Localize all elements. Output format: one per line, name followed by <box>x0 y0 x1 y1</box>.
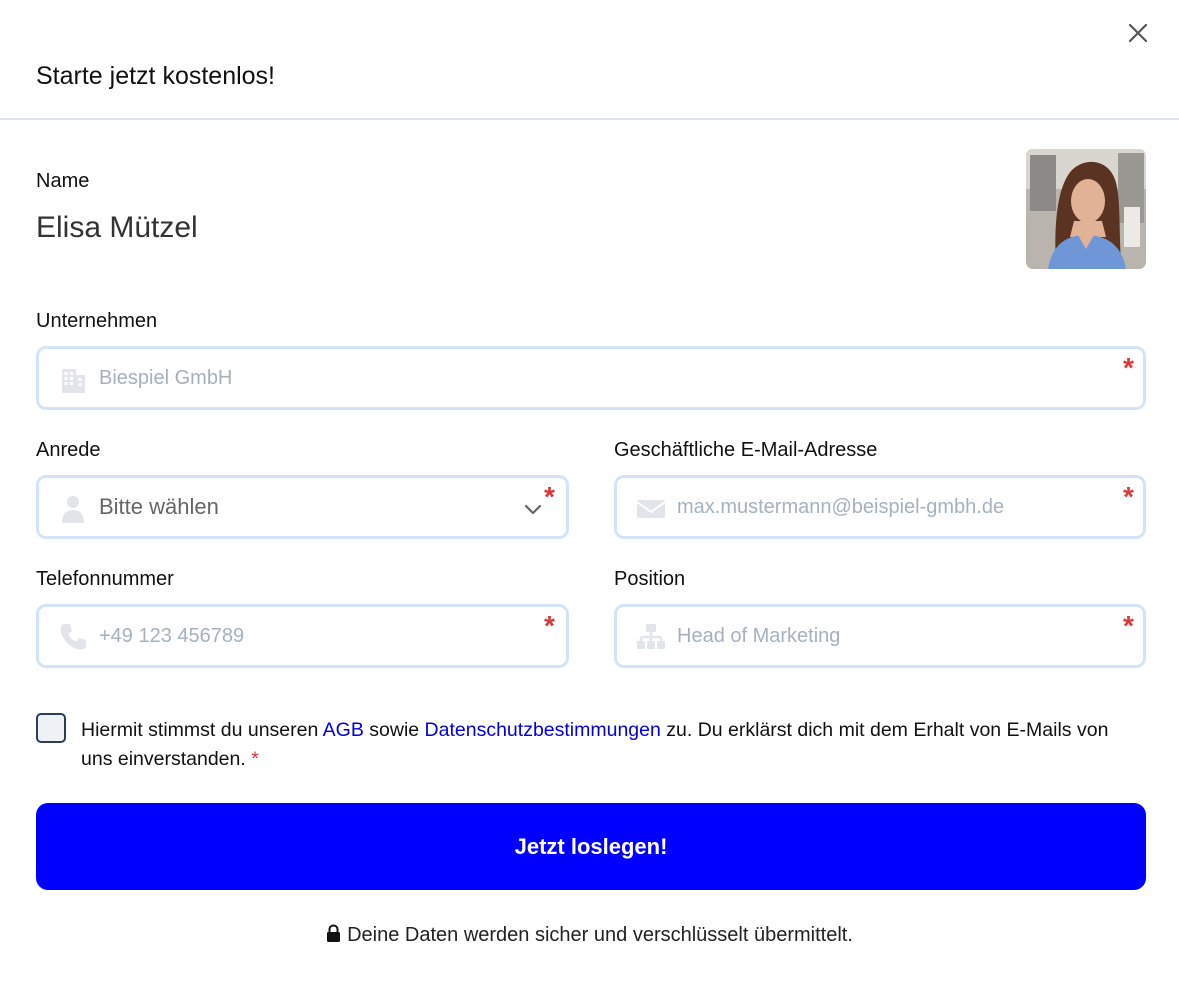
position-input[interactable]: Head of Marketing * <box>614 604 1146 668</box>
close-icon[interactable] <box>1126 21 1150 45</box>
required-marker: * <box>544 481 555 512</box>
dialog-title: Starte jetzt kostenlos! <box>36 62 276 90</box>
phone-label: Telefonnummer <box>36 568 174 590</box>
email-placeholder: max.mustermann@beispiel-gmbh.de <box>677 496 1005 518</box>
required-marker: * <box>1123 610 1134 641</box>
email-label: Geschäftliche E-Mail-Adresse <box>614 439 878 461</box>
privacy-link[interactable]: Datenschutzbestimmungen <box>425 719 661 741</box>
submit-button-label: Jetzt loslegen! <box>514 833 668 859</box>
company-input[interactable]: Biespiel GmbH * <box>36 346 1146 410</box>
required-marker: * <box>1123 352 1134 383</box>
name-value: Elisa Mützel <box>36 211 198 244</box>
consent-text: Hiermit stimmst du unseren AGB sowie Dat… <box>81 716 1141 774</box>
agb-link[interactable]: AGB <box>323 719 364 741</box>
avatar <box>1026 149 1146 269</box>
org-chart-icon <box>637 624 665 649</box>
consent-checkbox[interactable] <box>36 713 66 743</box>
salutation-select[interactable]: Bitte wählen * <box>36 475 569 539</box>
phone-input[interactable]: +49 123 456789 * <box>36 604 569 668</box>
phone-icon <box>60 624 86 650</box>
security-note-text: Deine Daten werden sicher und verschlüss… <box>347 924 853 946</box>
consent-text-part: Hiermit stimmst du unseren <box>81 719 323 741</box>
position-label: Position <box>614 568 686 590</box>
required-marker: * <box>1123 481 1134 512</box>
consent-text-part: sowie <box>363 719 425 741</box>
position-placeholder: Head of Marketing <box>677 625 841 647</box>
lock-icon <box>327 924 341 942</box>
email-input[interactable]: max.mustermann@beispiel-gmbh.de * <box>614 475 1146 539</box>
required-marker: * <box>544 610 555 641</box>
name-label: Name <box>36 170 90 192</box>
submit-button[interactable]: Jetzt loslegen! <box>36 803 1146 890</box>
company-label: Unternehmen <box>36 310 158 332</box>
phone-placeholder: +49 123 456789 <box>99 625 245 647</box>
person-icon <box>62 496 84 523</box>
salutation-label: Anrede <box>36 439 101 461</box>
envelope-icon <box>636 500 666 518</box>
salutation-value: Bitte wählen <box>99 494 219 519</box>
chevron-down-icon <box>524 504 542 515</box>
company-placeholder: Biespiel GmbH <box>99 367 233 389</box>
building-icon <box>62 369 85 393</box>
security-note: Deine Daten werden sicher und verschlüss… <box>0 924 1179 947</box>
header-divider <box>0 118 1179 120</box>
required-marker: * <box>251 748 259 770</box>
